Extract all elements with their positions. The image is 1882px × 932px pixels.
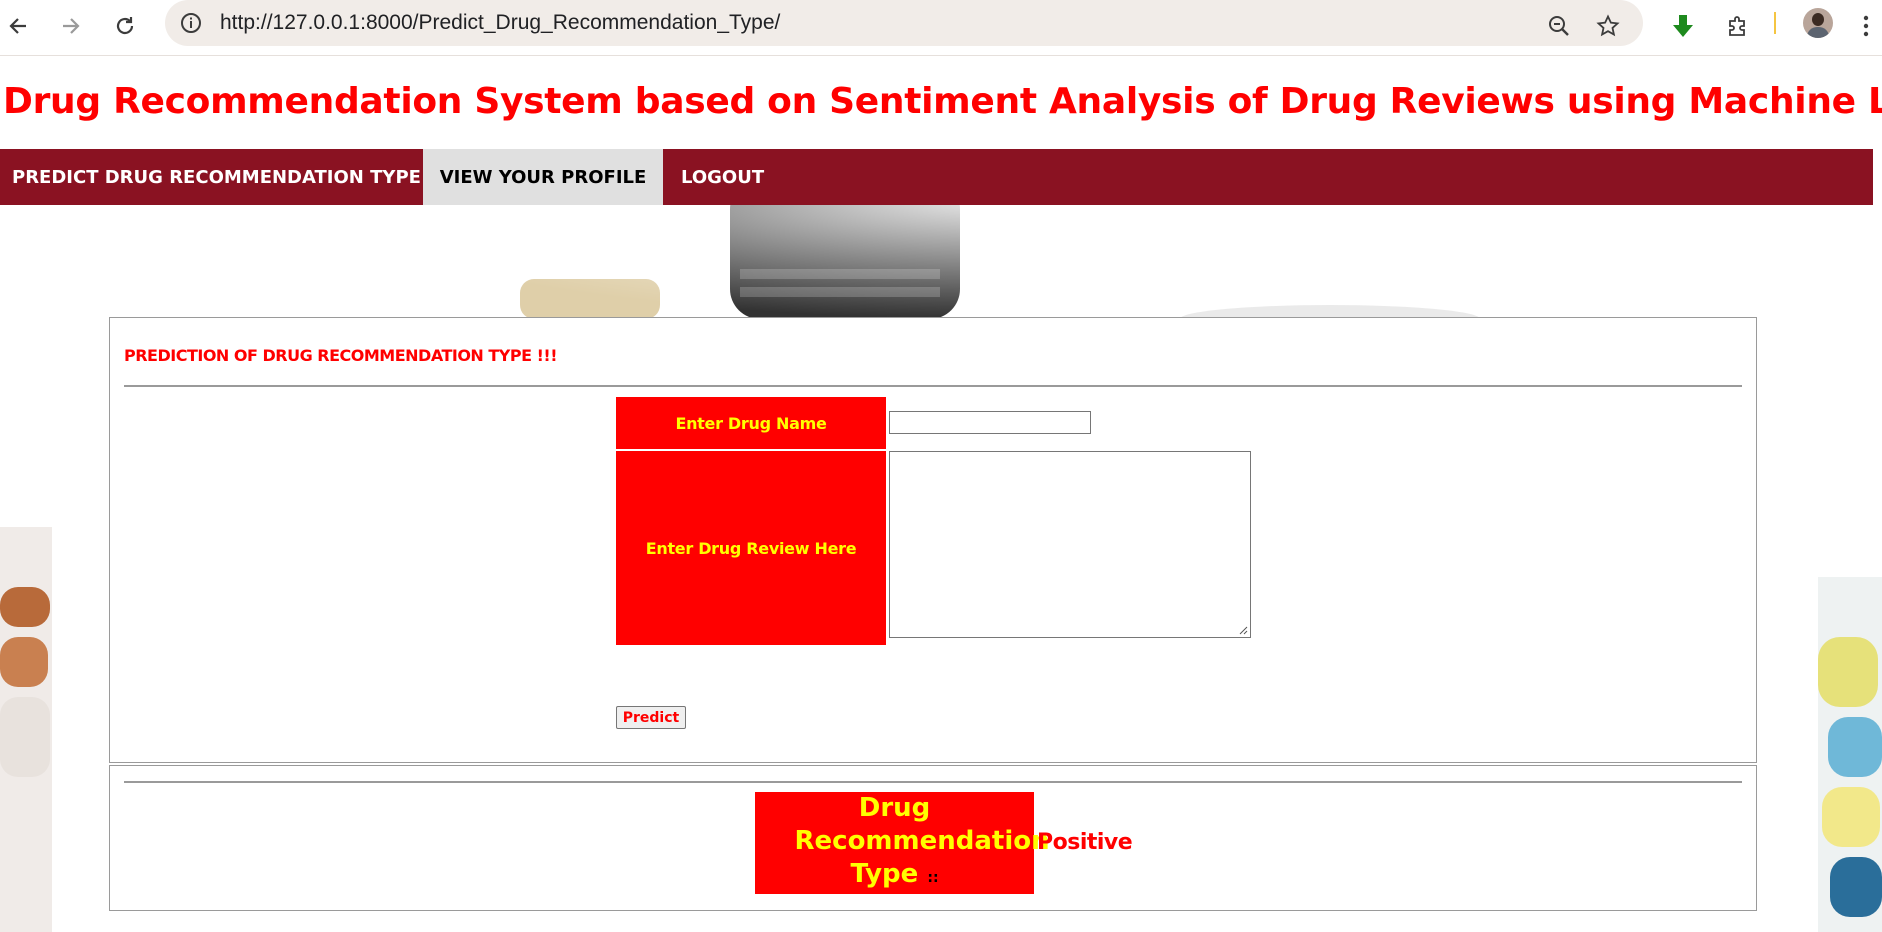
predict-button[interactable]: Predict bbox=[616, 706, 686, 729]
drug-review-textarea[interactable] bbox=[889, 451, 1251, 638]
back-icon[interactable] bbox=[0, 8, 36, 44]
star-icon[interactable] bbox=[1590, 8, 1626, 44]
reload-icon[interactable] bbox=[107, 8, 143, 44]
result-value: Positive bbox=[1037, 830, 1133, 855]
browser-toolbar: http://127.0.0.1:8000/Predict_Drug_Recom… bbox=[0, 0, 1882, 56]
drug-name-input[interactable] bbox=[889, 411, 1091, 434]
nav-predict-drug-recommendation-type[interactable]: PREDICT DRUG RECOMMENDATION TYPE bbox=[0, 149, 433, 205]
download-icon[interactable] bbox=[1665, 8, 1701, 44]
result-colon: :: bbox=[927, 869, 939, 886]
result-label-cell: Drug Recommendation Type :: bbox=[755, 792, 1050, 894]
zoom-icon[interactable] bbox=[1541, 8, 1577, 44]
nav-logout[interactable]: LOGOUT bbox=[669, 149, 776, 205]
nav-view-your-profile[interactable]: VIEW YOUR PROFILE bbox=[423, 149, 663, 205]
result-label: Drug Recommendation Type bbox=[794, 792, 1050, 889]
result-divider bbox=[124, 781, 1742, 783]
forward-icon[interactable] bbox=[53, 8, 89, 44]
form-divider bbox=[124, 385, 1742, 387]
url-text[interactable]: http://127.0.0.1:8000/Predict_Drug_Recom… bbox=[220, 10, 780, 36]
extensions-icon[interactable] bbox=[1720, 8, 1756, 44]
form-heading: PREDICTION OF DRUG RECOMMENDATION TYPE !… bbox=[124, 346, 558, 365]
left-background-image bbox=[0, 527, 52, 932]
resize-grip-icon[interactable] bbox=[1238, 625, 1248, 635]
site-info-icon[interactable] bbox=[178, 10, 204, 36]
avatar[interactable] bbox=[1803, 8, 1833, 38]
toolbar-divider bbox=[1774, 12, 1776, 34]
main-nav: PREDICT DRUG RECOMMENDATION TYPE VIEW YO… bbox=[0, 149, 1873, 205]
drug-name-label: Enter Drug Name bbox=[616, 397, 886, 449]
site-title: Drug Recommendation System based on Sent… bbox=[3, 81, 1882, 122]
menu-icon[interactable] bbox=[1854, 8, 1878, 44]
drug-review-label: Enter Drug Review Here bbox=[616, 451, 886, 645]
right-background-image bbox=[1818, 577, 1882, 932]
